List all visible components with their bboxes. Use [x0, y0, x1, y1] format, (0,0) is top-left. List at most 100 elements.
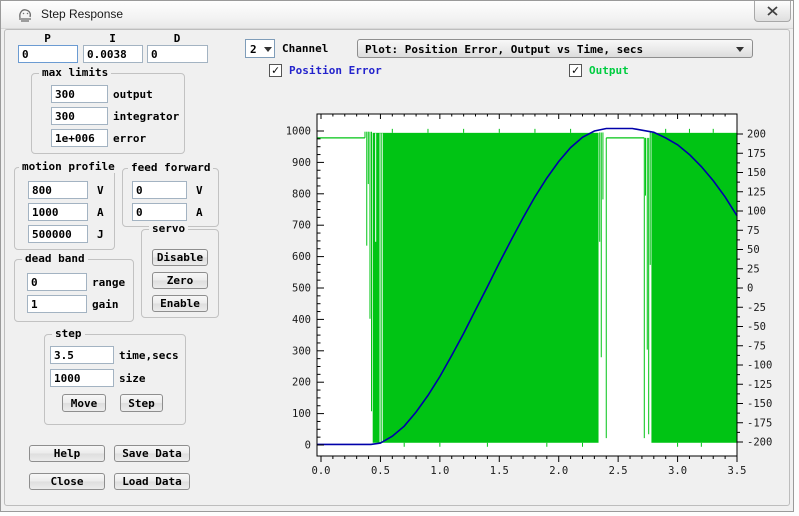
group-step-title: step [52, 327, 85, 340]
svg-text:600: 600 [292, 251, 311, 263]
output-limit-label: output [113, 88, 153, 101]
svg-text:-200: -200 [747, 437, 772, 449]
svg-text:3.5: 3.5 [728, 465, 747, 477]
svg-text:0.0: 0.0 [312, 465, 331, 477]
p-field[interactable] [18, 45, 78, 63]
svg-text:2.0: 2.0 [549, 465, 568, 477]
move-button[interactable]: Move [62, 394, 106, 412]
output-label: Output [589, 64, 629, 77]
disable-button[interactable]: Disable [152, 249, 208, 266]
check-icon: ✓ [271, 63, 280, 77]
svg-text:3.0: 3.0 [668, 465, 687, 477]
svg-text:-150: -150 [747, 398, 772, 410]
svg-text:0: 0 [305, 440, 311, 452]
group-servo: servo Disable Zero Enable [141, 222, 219, 318]
plot-select-value: Plot: Position Error, Output vs Time, se… [365, 43, 644, 56]
step-time-label: time,secs [119, 349, 179, 362]
svg-text:1000: 1000 [286, 126, 311, 138]
close-button[interactable] [754, 1, 791, 22]
save-data-button[interactable]: Save Data [114, 445, 190, 462]
velocity-label: V [97, 184, 104, 197]
plot-select[interactable]: Plot: Position Error, Output vs Time, se… [357, 39, 753, 58]
svg-text:2.5: 2.5 [609, 465, 628, 477]
group-max-limits: max limits output integrator error [31, 66, 185, 154]
group-motion-profile-title: motion profile [19, 160, 118, 173]
zero-button[interactable]: Zero [152, 272, 208, 289]
integrator-limit-label: integrator [113, 110, 180, 123]
output-limit-field[interactable] [51, 85, 108, 103]
range-field[interactable] [27, 273, 87, 291]
ff-accel-label: A [196, 206, 203, 219]
window: Step Response P I D 2 Channel Plot: Posi… [0, 0, 794, 512]
gain-label: gain [92, 298, 119, 311]
svg-text:-75: -75 [747, 340, 766, 352]
integrator-limit-field[interactable] [51, 107, 108, 125]
jerk-field[interactable] [28, 225, 88, 243]
step-button[interactable]: Step [120, 394, 163, 412]
svg-text:-50: -50 [747, 321, 766, 333]
svg-text:75: 75 [747, 225, 760, 237]
chevron-down-icon [736, 47, 744, 52]
group-motion-profile: motion profile V A J [14, 160, 118, 250]
channel-value: 2 [250, 43, 257, 56]
channel-select[interactable]: 2 [245, 39, 275, 58]
d-field[interactable] [147, 45, 208, 63]
svg-text:300: 300 [292, 345, 311, 357]
group-feed-forward-title: feed forward [128, 161, 214, 174]
app-icon [19, 9, 32, 22]
svg-text:100: 100 [747, 206, 766, 218]
help-button[interactable]: Help [29, 445, 105, 462]
svg-text:200: 200 [292, 377, 311, 389]
svg-text:0.5: 0.5 [371, 465, 390, 477]
svg-text:100: 100 [292, 408, 311, 420]
position-error-label: Position Error [289, 64, 382, 77]
close-icon [767, 6, 778, 16]
svg-text:-25: -25 [747, 302, 766, 314]
output-checkbox[interactable]: ✓ [569, 64, 582, 77]
group-dead-band: dead band range gain [14, 252, 134, 322]
svg-text:500: 500 [292, 283, 311, 295]
i-field[interactable] [83, 45, 143, 63]
accel-field[interactable] [28, 203, 88, 221]
step-response-plot: 0.0 0.5 1.0 1.5 2.0 2.5 3.0 3.50100200300400500… [286, 113, 772, 477]
group-dead-band-title: dead band [22, 252, 88, 265]
title-bar[interactable]: Step Response [1, 1, 793, 29]
ff-accel-field[interactable] [132, 203, 187, 221]
error-limit-field[interactable] [51, 129, 108, 147]
svg-text:1.0: 1.0 [430, 465, 449, 477]
enable-button[interactable]: Enable [152, 295, 208, 312]
window-title: Step Response [41, 7, 124, 21]
svg-text:150: 150 [747, 167, 766, 179]
accel-label: A [97, 206, 104, 219]
svg-text:900: 900 [292, 157, 311, 169]
svg-text:-175: -175 [747, 417, 772, 429]
ff-velocity-label: V [196, 184, 203, 197]
step-size-field[interactable] [50, 369, 114, 387]
svg-text:50: 50 [747, 244, 760, 256]
d-label: D [173, 32, 181, 45]
desktop: Step Response P I D 2 Channel Plot: Posi… [0, 0, 799, 516]
svg-text:800: 800 [292, 188, 311, 200]
svg-text:-100: -100 [747, 360, 772, 372]
p-label: P [44, 32, 51, 45]
svg-text:700: 700 [292, 220, 311, 232]
channel-label: Channel [282, 42, 329, 55]
svg-text:-125: -125 [747, 379, 772, 391]
gain-field[interactable] [27, 295, 87, 313]
load-data-button[interactable]: Load Data [114, 473, 190, 490]
error-limit-label: error [113, 132, 147, 145]
group-step: step time,secs size Move Step [44, 327, 186, 425]
ff-velocity-field[interactable] [132, 181, 187, 199]
svg-text:25: 25 [747, 263, 760, 275]
svg-text:200: 200 [747, 129, 766, 141]
jerk-label: J [97, 228, 104, 241]
group-feed-forward: feed forward V A [122, 161, 219, 227]
svg-text:125: 125 [747, 186, 766, 198]
close-dialog-button[interactable]: Close [29, 473, 105, 490]
velocity-field[interactable] [28, 181, 88, 199]
svg-text:1.5: 1.5 [490, 465, 509, 477]
step-time-field[interactable] [50, 346, 114, 364]
position-error-checkbox[interactable]: ✓ [269, 64, 282, 77]
svg-text:175: 175 [747, 148, 766, 160]
group-servo-title: servo [149, 222, 189, 235]
